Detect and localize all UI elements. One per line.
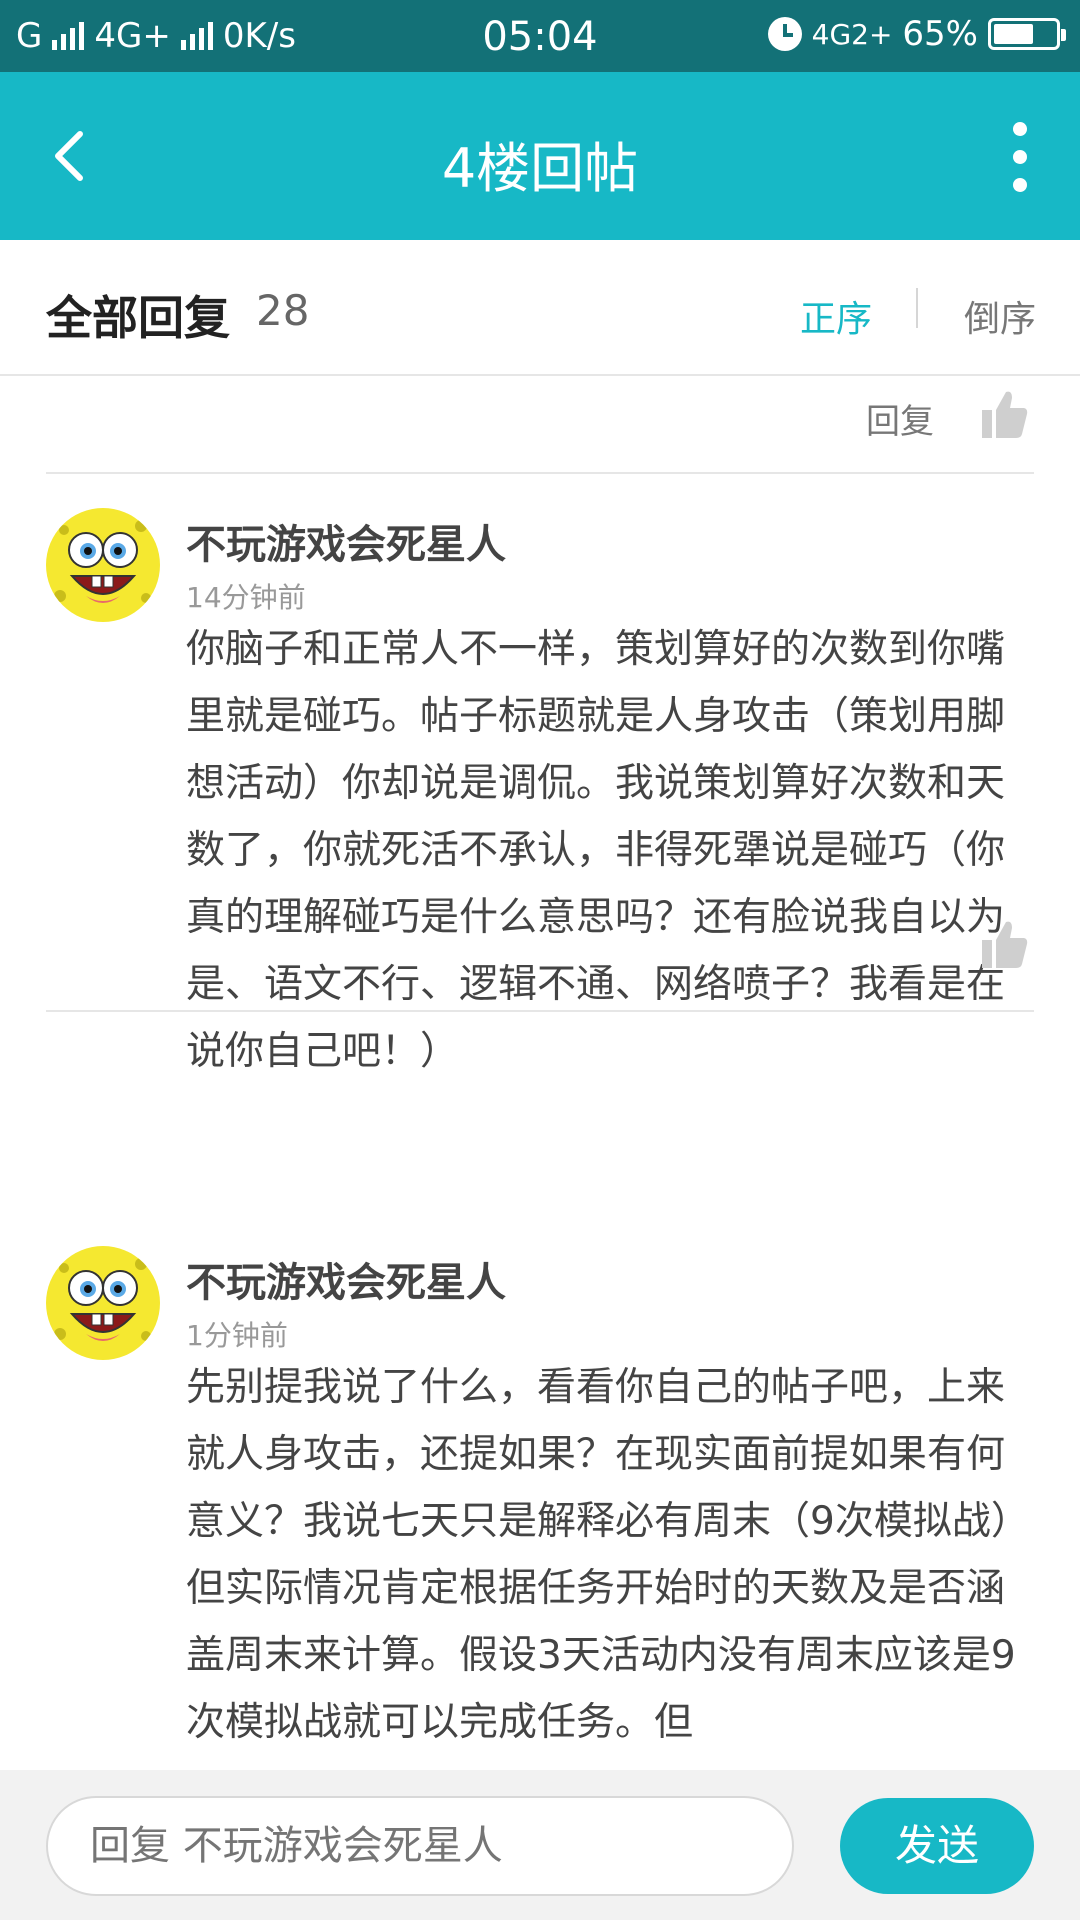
reply-text: 你脑子和正常人不一样，策划算好的次数到你嘴里就是碰巧。帖子标题就是人身攻击（策划… — [186, 627, 1006, 1074]
more-button[interactable] — [1000, 122, 1040, 192]
battery-percent: 65% — [902, 14, 978, 54]
reply-text: 先别提我说了什么，看看你自己的帖子吧，上来就人身攻击，还提如果？在现实面前提如果… — [186, 1365, 1030, 1745]
battery-icon — [988, 18, 1066, 50]
avatar[interactable] — [46, 508, 160, 622]
battery-fill — [994, 24, 1033, 44]
reply-button[interactable]: 回复 — [866, 394, 934, 443]
replies-title: 全部回复 — [46, 291, 230, 345]
sort-ascending-button[interactable]: 正序 — [800, 290, 872, 342]
sponge-avatar-icon — [46, 508, 160, 622]
replies-count: 28 — [256, 286, 310, 335]
reply-composer: 发送 — [0, 1770, 1080, 1920]
alarm-icon — [767, 17, 802, 51]
status-right: 4G2+ 65% — [767, 14, 1066, 54]
like-icon[interactable] — [982, 390, 1028, 438]
status-bar: G 4G+ 0K/s 05:04 4G2+ 65% — [0, 0, 1080, 72]
avatar[interactable] — [46, 1246, 160, 1360]
sort-divider — [916, 288, 918, 328]
post-time: 14分钟前 — [186, 581, 306, 614]
username[interactable]: 不玩游戏会死星人 — [186, 512, 506, 570]
divider — [46, 1010, 1034, 1012]
reply-input[interactable] — [46, 1796, 794, 1896]
app-header: 4楼回帖 — [0, 72, 1080, 240]
username[interactable]: 不玩游戏会死星人 — [186, 1250, 506, 1308]
send-button[interactable]: 发送 — [840, 1798, 1034, 1894]
sort-descending-button[interactable]: 倒序 — [964, 290, 1036, 342]
like-icon[interactable] — [982, 920, 1028, 968]
replies-list[interactable]: 回复 不玩游戏会死星人 14分钟前 你脑子和正常人不一样，策划算好的次数到你嘴里… — [0, 378, 1080, 1770]
divider — [46, 472, 1034, 474]
page-title: 4楼回帖 — [441, 137, 639, 200]
network2-label: 4G2+ — [811, 17, 893, 51]
sponge-avatar-icon — [46, 1246, 160, 1360]
more-vertical-icon — [1013, 122, 1027, 136]
replies-header: 全部回复 28 正序 倒序 — [0, 240, 1080, 376]
post-time: 1分钟前 — [186, 1319, 288, 1352]
